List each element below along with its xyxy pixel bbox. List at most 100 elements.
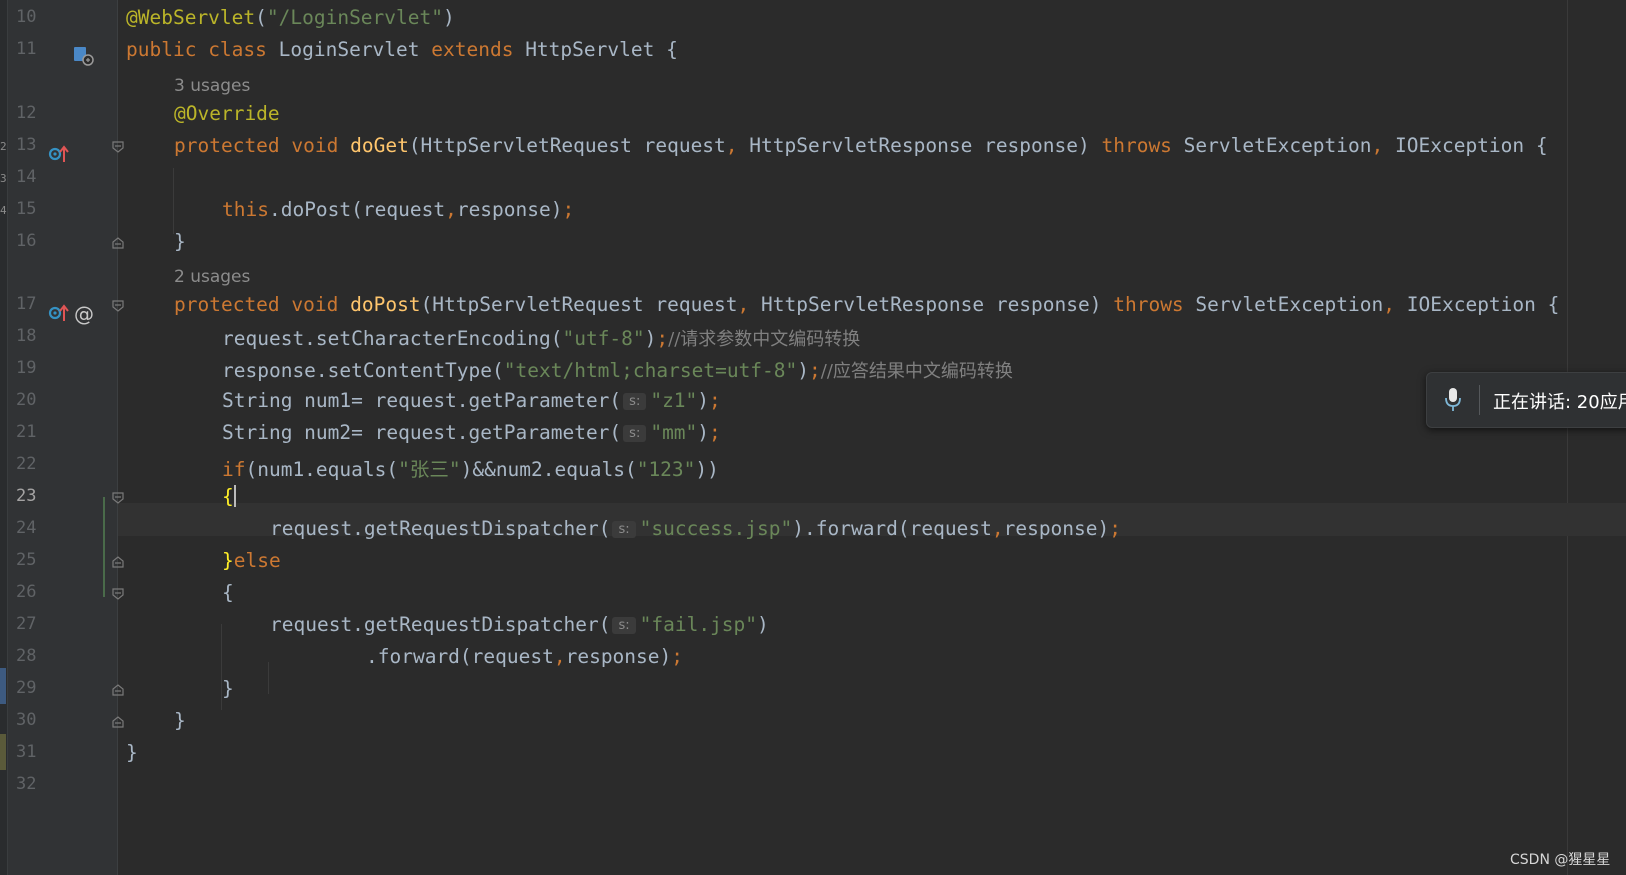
fold-open-icon[interactable] [111, 491, 125, 505]
line-number[interactable]: 32 [16, 774, 36, 794]
code-line[interactable]: 26 { [0, 575, 1626, 608]
code-text[interactable]: request.setCharacterEncoding("utf-8");//… [222, 325, 860, 351]
code-text[interactable]: request.getRequestDispatcher(s: "success.… [270, 517, 1121, 540]
code-token: if [222, 458, 246, 481]
code-line[interactable]: 22 if(num1.equals("张三")&&num2.equals("123… [0, 447, 1626, 482]
code-text[interactable]: response.setContentType("text/html;chars… [222, 357, 1013, 383]
code-text[interactable]: { [222, 581, 234, 604]
code-line[interactable]: 28 .forward(request,response); [0, 639, 1626, 672]
code-token: } [174, 709, 186, 732]
code-text[interactable]: protected void doGet(HttpServletRequest … [174, 134, 1548, 157]
code-token: "z1" [650, 389, 698, 412]
code-token: throws [1113, 293, 1196, 316]
code-line[interactable]: 24 request.getRequestDispatcher(s: "succes… [0, 511, 1626, 544]
code-text[interactable]: request.getRequestDispatcher(s: "fail.jsp… [270, 613, 769, 636]
code-line[interactable]: 23 { [0, 479, 1626, 512]
code-line[interactable]: 14 [0, 160, 1626, 193]
code-line[interactable]: 20 String num1= request.getParameter(s: "z… [0, 383, 1626, 416]
code-line[interactable]: 17 protected void doPost(HttpServletReque… [0, 287, 1626, 320]
code-text[interactable]: .forward(request,response); [366, 645, 683, 668]
code-text[interactable]: { [222, 485, 236, 508]
code-token: void [291, 293, 351, 316]
code-token: request.getRequestDispatcher( [270, 613, 611, 636]
line-number[interactable]: 28 [16, 646, 36, 666]
line-number[interactable]: 25 [16, 550, 36, 570]
code-text[interactable]: } [126, 741, 138, 764]
code-text[interactable]: @Override [174, 102, 280, 125]
code-text[interactable]: @WebServlet("/LoginServlet") [126, 6, 455, 29]
line-number[interactable]: 15 [16, 199, 36, 219]
line-number[interactable]: 13 [16, 135, 36, 155]
override-method-icon[interactable] [48, 143, 70, 169]
code-line[interactable]: 27 request.getRequestDispatcher(s: "fail.j… [0, 607, 1626, 640]
code-line[interactable]: 13 protected void doGet(HttpServletReques… [0, 128, 1626, 161]
line-number[interactable]: 21 [16, 422, 36, 442]
code-text[interactable]: public class LoginServlet extends HttpSe… [126, 38, 678, 61]
line-number[interactable]: 27 [16, 614, 36, 634]
code-text[interactable]: } [174, 230, 186, 253]
code-line[interactable]: 31} [0, 735, 1626, 768]
code-line[interactable]: 30} [0, 703, 1626, 736]
code-text[interactable]: this.doPost(request,response); [222, 198, 574, 221]
code-token: , [737, 293, 762, 316]
line-number[interactable]: 20 [16, 390, 36, 410]
fold-close-icon[interactable] [111, 236, 125, 250]
code-text[interactable]: String num1= request.getParameter(s: "z1"… [222, 389, 721, 412]
code-token: protected [174, 293, 292, 316]
code-token: } [222, 549, 234, 572]
line-number[interactable]: 17 [16, 294, 36, 314]
code-token: ServletException [1195, 293, 1384, 316]
usages-hint[interactable]: 3 usages [174, 76, 250, 96]
code-line[interactable]: 18 request.setCharacterEncoding("utf-8");… [0, 319, 1626, 352]
fold-close-icon[interactable] [111, 683, 125, 697]
code-token: @Override [174, 102, 280, 125]
at-annotation-icon[interactable]: @ [74, 302, 94, 326]
code-line[interactable]: 19 response.setContentType("text/html;cha… [0, 351, 1626, 384]
line-number[interactable]: 19 [16, 358, 36, 378]
line-number[interactable]: 30 [16, 710, 36, 730]
code-line[interactable]: 25 }else [0, 543, 1626, 576]
code-line[interactable]: 21 String num2= request.getParameter(s: "m… [0, 415, 1626, 448]
line-number[interactable]: 11 [16, 39, 36, 59]
override-method-icon[interactable] [48, 302, 70, 328]
code-text[interactable]: } [222, 677, 234, 700]
fold-close-icon[interactable] [111, 555, 125, 569]
line-number[interactable]: 23 [16, 486, 36, 506]
code-text[interactable]: } [174, 709, 186, 732]
line-number[interactable]: 31 [16, 742, 36, 762]
fold-close-icon[interactable] [111, 715, 125, 729]
line-number[interactable]: 18 [16, 326, 36, 346]
code-text[interactable]: String num2= request.getParameter(s: "mm"… [222, 421, 721, 444]
line-number[interactable]: 22 [16, 454, 36, 474]
line-number[interactable]: 10 [16, 7, 36, 27]
code-line[interactable]: 16} [0, 224, 1626, 257]
code-token: "mm" [650, 421, 698, 444]
code-line[interactable]: 15 this.doPost(request,response); [0, 192, 1626, 225]
fold-open-icon[interactable] [111, 587, 125, 601]
line-number[interactable]: 26 [16, 582, 36, 602]
line-number[interactable]: 24 [16, 518, 36, 538]
line-number[interactable]: 12 [16, 103, 36, 123]
code-text[interactable]: if(num1.equals("张三")&&num2.equals("123")… [222, 453, 719, 482]
code-line[interactable]: 10 @WebServlet("/LoginServlet") [0, 0, 1626, 33]
code-token: , [991, 517, 1004, 540]
code-line[interactable]: 29} [0, 671, 1626, 704]
fold-open-icon[interactable] [111, 140, 125, 154]
line-number[interactable]: 29 [16, 678, 36, 698]
code-token: void [291, 134, 351, 157]
usages-hint[interactable]: 2 usages [174, 267, 250, 287]
code-text[interactable]: protected void doPost(HttpServletRequest… [174, 293, 1559, 316]
line-number[interactable]: 16 [16, 231, 36, 251]
code-line[interactable]: 32 [0, 767, 1626, 800]
code-token: @WebServlet [126, 6, 256, 29]
code-text[interactable]: }else [222, 549, 281, 572]
code-line[interactable]: 11 public class LoginServlet extends Http… [0, 32, 1626, 65]
code-token: ) [797, 359, 810, 382]
code-token: ) [644, 327, 657, 350]
line-number[interactable]: 14 [16, 167, 36, 187]
fold-open-icon[interactable] [111, 299, 125, 313]
code-token: HttpServletResponse response) [749, 134, 1102, 157]
servlet-class-icon[interactable] [73, 46, 95, 70]
code-token: .doPost(request [268, 198, 446, 221]
code-line[interactable]: 12 @Override [0, 96, 1626, 129]
